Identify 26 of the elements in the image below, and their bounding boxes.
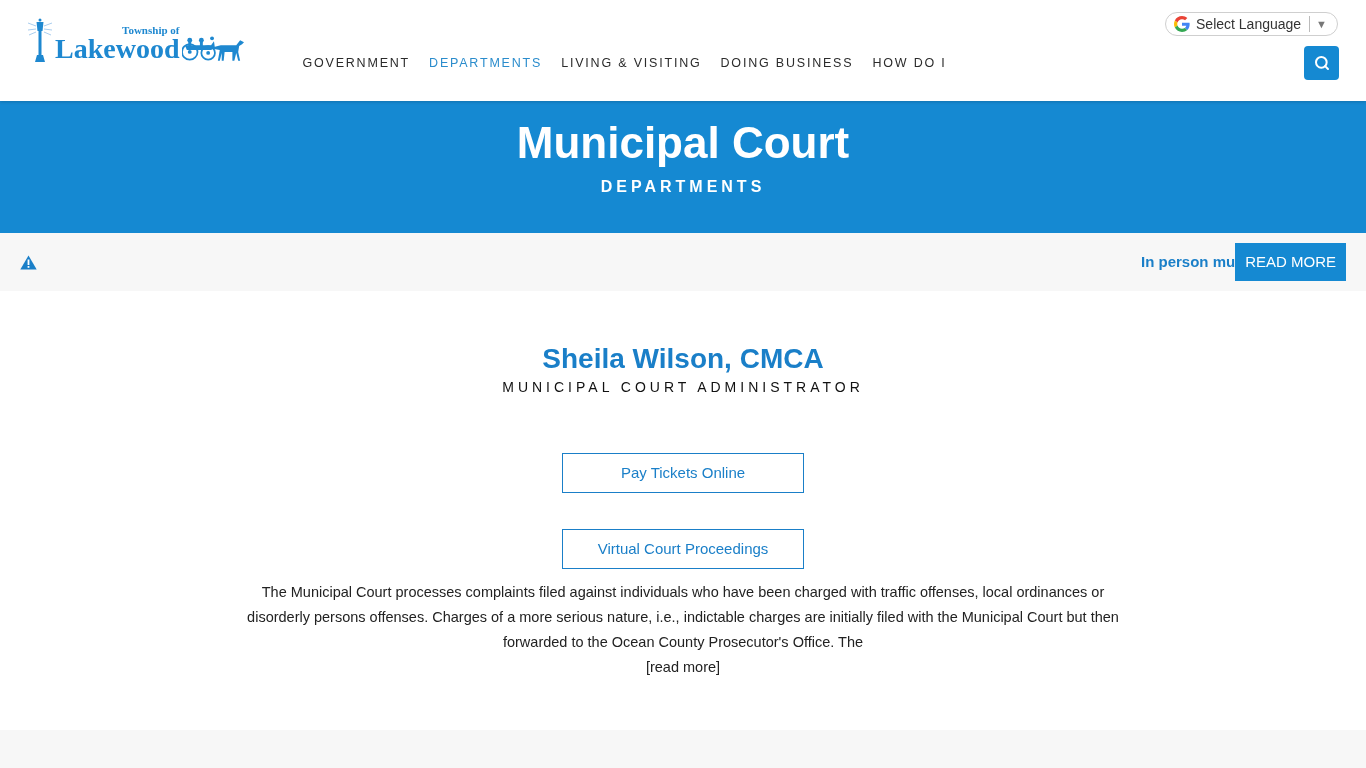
court-description: The Municipal Court processes complaints filed against individuals who have been charged with traffic offenses, local ordinances or disorderly persons offenses. Charges of a more serious nature, i.e., indictable charges are initially filed with the Municipal Court but then forwarded to the Ocean County Prosecutor's Office. The	[246, 583, 1120, 652]
nav-link[interactable]: DEPARTMENTS	[429, 55, 543, 71]
search-button[interactable]	[1304, 46, 1339, 80]
alert-text: In person mu	[1140, 253, 1236, 271]
language-selector[interactable]: Select Language ▼	[1165, 12, 1338, 36]
google-g-icon	[1174, 16, 1190, 32]
read-more-link[interactable]: [read more]	[645, 655, 721, 680]
warning-icon	[20, 254, 37, 270]
administrator-role: MUNICIPAL COURT ADMINISTRATOR	[502, 378, 864, 397]
language-label: Select Language	[1196, 16, 1302, 32]
page-subtitle: DEPARTMENTS	[600, 177, 766, 197]
link-button[interactable]: Virtual Court Proceedings	[562, 529, 804, 569]
nav-link[interactable]: GOVERNMENT	[302, 55, 411, 71]
lamp-post-icon	[28, 18, 52, 62]
administrator-name: Sheila Wilson, CMCA	[542, 342, 824, 376]
dropdown-arrow: ▼	[1316, 17, 1327, 31]
nav-link[interactable]: DOING BUSINESS	[720, 55, 854, 71]
page-title: Municipal Court	[516, 117, 850, 169]
logo-wordmark: Lakewood	[55, 36, 180, 62]
nav-link[interactable]: LIVING & VISITING	[561, 55, 702, 71]
logo-tagline: Township of	[122, 24, 180, 36]
read-more-button[interactable]: READ MORE	[1235, 243, 1346, 281]
search-icon	[1313, 55, 1330, 71]
nav-link[interactable]: HOW DO I	[872, 55, 947, 71]
link-button[interactable]: Pay Tickets Online	[562, 453, 804, 493]
horse-carriage-icon	[182, 36, 245, 62]
